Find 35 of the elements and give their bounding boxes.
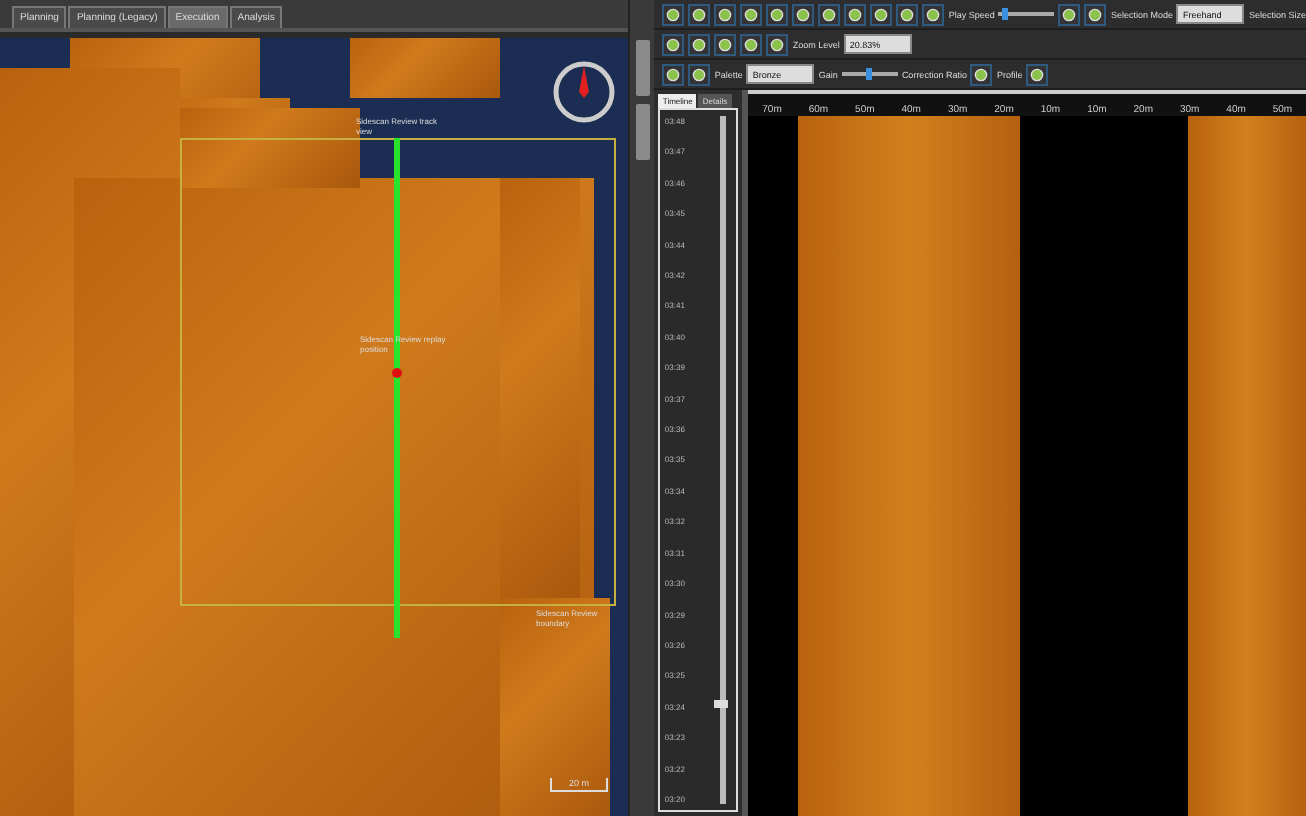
toolbar-button[interactable] xyxy=(818,3,841,25)
toolbar-button[interactable] xyxy=(740,3,763,25)
toolbar-button[interactable] xyxy=(922,3,945,25)
ring-icon xyxy=(1030,67,1045,81)
side-panel-tab[interactable] xyxy=(635,40,650,96)
timeline-slider[interactable] xyxy=(720,116,727,804)
toolbar-button[interactable] xyxy=(970,63,993,85)
slider-thumb[interactable] xyxy=(714,699,729,708)
toolbar-button[interactable] xyxy=(766,3,789,25)
toolbar-button[interactable] xyxy=(844,3,867,25)
toolbar-button[interactable] xyxy=(688,3,711,25)
play-button[interactable] xyxy=(1058,3,1081,25)
pause-button[interactable] xyxy=(1084,3,1107,25)
slider-thumb[interactable] xyxy=(866,68,873,80)
ring-icon xyxy=(874,7,889,21)
toolbar-button[interactable] xyxy=(714,3,737,25)
ring-icon xyxy=(926,7,941,21)
compass-icon xyxy=(550,58,618,126)
toolbar-button[interactable] xyxy=(792,3,815,25)
toolbar-button[interactable] xyxy=(1026,63,1049,85)
toolbar-button[interactable] xyxy=(896,3,919,25)
toolbar-button[interactable] xyxy=(870,3,893,25)
toolbar-button[interactable] xyxy=(740,33,763,55)
toolbar-button[interactable] xyxy=(688,33,711,55)
toolbar-button[interactable] xyxy=(714,33,737,55)
toolbar-button[interactable] xyxy=(766,33,789,55)
toolbar-button[interactable] xyxy=(662,3,685,25)
toolbar-button[interactable] xyxy=(662,63,685,85)
ring-icon xyxy=(718,37,733,51)
toolbar-button[interactable] xyxy=(662,33,685,55)
slider-thumb[interactable] xyxy=(1001,8,1008,20)
position-marker xyxy=(392,368,402,378)
side-panel-tab[interactable] xyxy=(635,104,650,160)
save-button[interactable] xyxy=(688,63,711,85)
ring-icon xyxy=(974,67,989,81)
